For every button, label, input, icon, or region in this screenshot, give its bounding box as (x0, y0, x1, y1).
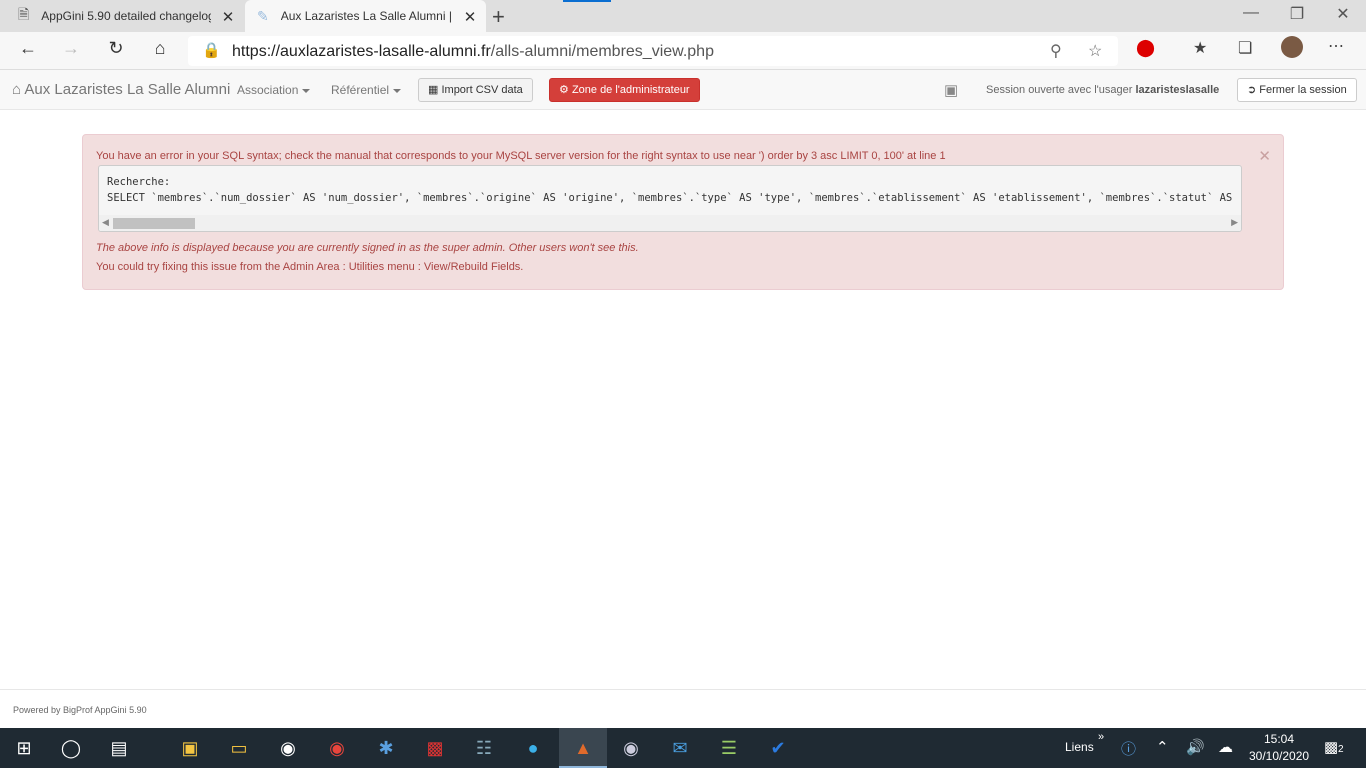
active-app-icon[interactable]: ▲ (570, 736, 596, 760)
sql-label: Recherche: (107, 176, 171, 188)
menu-label: Association (237, 83, 299, 97)
lock-icon: 🔒 (202, 42, 221, 59)
favorites-icon[interactable]: ★ (1193, 38, 1207, 58)
brand-link[interactable]: ⌂ Aux Lazaristes La Salle Alumni (12, 81, 230, 98)
close-tab-icon[interactable]: ✕ (220, 8, 236, 26)
restore-button[interactable]: ❐ (1282, 4, 1312, 24)
filezilla-icon[interactable]: ▩ (422, 736, 448, 760)
no-image-icon: ▣ (944, 82, 959, 99)
scroll-left-icon[interactable]: ◀ (102, 217, 109, 228)
close-window-button[interactable]: ✕ (1328, 4, 1358, 24)
browser-toolbar: ← → ↻ ⌂ 🔒 https://auxlazaristes-lasalle-… (0, 32, 1366, 70)
fix-hint: You could try fixing this issue from the… (96, 261, 524, 273)
collections-icon[interactable]: ❏ (1238, 38, 1252, 58)
forward-button[interactable]: → (58, 38, 84, 59)
notification-icon[interactable]: ▩ (1324, 738, 1338, 756)
url-path: /alls-alumni/membres_view.php (490, 43, 714, 60)
tab-title: AppGini 5.90 detailed changelog (41, 9, 212, 23)
keepass-icon[interactable]: ◉ (618, 736, 644, 760)
menu-referentiel[interactable]: Référentiel (331, 83, 402, 97)
session-user: lazaristeslasalle (1135, 84, 1220, 96)
powered-by-text: Powered by BigProf AppGini 5.90 (13, 705, 147, 715)
opera-extension-icon[interactable]: ⬤ (1136, 38, 1155, 58)
admin-zone-button[interactable]: ⚙ Zone de l'administrateur (549, 78, 700, 102)
caret-down-icon (302, 88, 311, 93)
admin-label: Zone de l'administrateur (571, 84, 690, 96)
task-view-icon[interactable]: ▤ (106, 736, 132, 760)
sql-query: SELECT `membres`.`num_dossier` AS 'num_d… (107, 192, 1233, 204)
chevron-expand-icon[interactable]: » (1098, 731, 1104, 743)
refresh-button[interactable]: ↻ (103, 38, 129, 59)
error-alert: ✕ You have an error in your SQL syntax; … (82, 134, 1284, 290)
caret-down-icon (393, 88, 402, 93)
chevron-up-icon[interactable]: ⌃ (1156, 738, 1169, 756)
clock-time[interactable]: 15:04 (1264, 732, 1294, 746)
close-tab-icon[interactable]: ✕ (462, 8, 478, 26)
minimize-button[interactable]: — (1236, 4, 1266, 22)
settings-app-icon[interactable]: ✱ (373, 736, 399, 760)
tab-activity-indicator (563, 0, 611, 2)
url-text[interactable]: https://auxlazaristes-lasalle-alumni.fr/… (232, 43, 714, 61)
address-bar[interactable]: 🔒 https://auxlazaristes-lasalle-alumni.f… (188, 36, 1118, 66)
page-icon: 🗎 (18, 6, 30, 22)
more-menu-icon[interactable]: ⋯ (1328, 36, 1344, 56)
error-message: You have an error in your SQL syntax; ch… (96, 150, 946, 162)
logout-button[interactable]: ➲ Fermer la session (1237, 78, 1357, 102)
import-label: Import CSV data (441, 84, 523, 96)
profile-avatar[interactable] (1281, 36, 1303, 58)
zoom-icon[interactable]: ⚲ (1050, 41, 1062, 61)
favorite-star-icon[interactable]: ☆ (1088, 41, 1102, 61)
url-host: https://auxlazaristes-lasalle-alumni.fr (232, 43, 491, 60)
browser-tab-strip: 🗎 AppGini 5.90 detailed changelog ✕ ✎ Au… (0, 0, 1366, 32)
notification-count: 2 (1338, 744, 1344, 755)
hp-icon[interactable]: ◉ (275, 736, 301, 760)
super-admin-note: The above info is displayed because you … (96, 242, 639, 254)
todo-icon[interactable]: ✔ (765, 736, 791, 760)
windows-start-icon[interactable]: ⊞ (11, 736, 37, 760)
sign-out-icon: ➲ (1247, 84, 1257, 96)
home-button[interactable]: ⌂ (147, 38, 173, 59)
sql-query-box: Recherche: SELECT `membres`.`num_dossier… (98, 165, 1242, 232)
logout-label: Fermer la session (1259, 84, 1347, 96)
store-icon[interactable]: ▣ (177, 736, 203, 760)
new-tab-button[interactable]: + (492, 4, 505, 30)
notepad-icon[interactable]: ☰ (716, 736, 742, 760)
back-button[interactable]: ← (15, 38, 41, 59)
gear-icon: ⚙ (559, 84, 569, 96)
browser-tab-alumni[interactable]: ✎ Aux Lazaristes La Salle Alumni | ✕ (245, 0, 486, 32)
edge-icon[interactable]: ● (520, 736, 546, 760)
tab-title: Aux Lazaristes La Salle Alumni | (280, 9, 451, 23)
chrome-icon[interactable]: ◉ (324, 736, 350, 760)
session-info: Session ouverte avec l'usager lazaristes… (986, 84, 1219, 96)
links-toolbar[interactable]: Liens (1065, 740, 1094, 754)
thunderbird-icon[interactable]: ✉ (667, 736, 693, 760)
menu-label: Référentiel (331, 83, 390, 97)
grid-icon: ▦ (428, 84, 439, 96)
volume-icon[interactable]: 🔊 (1186, 738, 1205, 756)
close-icon[interactable]: ✕ (1258, 147, 1271, 165)
windows-taskbar: ⊞ ◯ ▤ ▣ ▭ ◉ ◉ ✱ ▩ ☷ ● ▲ ◉ ✉ ☰ ✔ Liens » … (0, 728, 1366, 768)
browser-tab-changelog[interactable]: 🗎 AppGini 5.90 detailed changelog ✕ (0, 0, 244, 32)
search-icon[interactable]: ◯ (58, 736, 84, 760)
scrollbar-thumb[interactable] (113, 218, 195, 229)
horizontal-scrollbar[interactable]: ◀ ▶ (99, 215, 1241, 231)
import-csv-button[interactable]: ▦ Import CSV data (418, 78, 533, 102)
favicon-icon: ✎ (257, 7, 269, 24)
app-navbar: ⌂ Aux Lazaristes La Salle Alumni Associa… (0, 70, 1366, 110)
clock-date[interactable]: 30/10/2020 (1249, 749, 1309, 763)
help-icon[interactable]: ⓘ (1121, 738, 1136, 759)
menu-association[interactable]: Association (237, 83, 311, 97)
onedrive-icon[interactable]: ☁ (1218, 738, 1233, 756)
network-app-icon[interactable]: ☷ (471, 736, 497, 760)
session-prefix: Session ouverte avec l'usager (986, 84, 1133, 96)
home-icon: ⌂ (12, 81, 22, 98)
file-explorer-icon[interactable]: ▭ (226, 736, 252, 760)
page-footer: Powered by BigProf AppGini 5.90 (0, 689, 1366, 728)
brand-title: Aux Lazaristes La Salle Alumni (24, 81, 231, 98)
scroll-right-icon[interactable]: ▶ (1231, 217, 1238, 228)
